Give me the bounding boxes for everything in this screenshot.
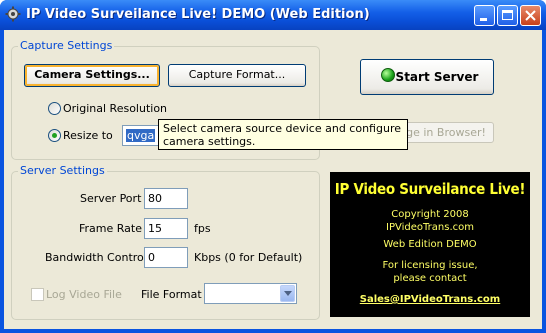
original-resolution-label: Original Resolution bbox=[63, 102, 168, 115]
bandwidth-control-label: Bandwidth Control bbox=[45, 251, 147, 264]
bandwidth-unit: Kbps (0 for Default) bbox=[194, 251, 303, 264]
maximize-button[interactable] bbox=[497, 5, 518, 26]
camera-settings-button[interactable]: Camera Settings... bbox=[24, 64, 160, 87]
promo-headline: IP Video Surveilance Live! bbox=[334, 180, 526, 198]
bandwidth-control-input[interactable]: 0 bbox=[144, 247, 188, 268]
client-area: Capture Settings Camera Settings... Capt… bbox=[4, 30, 542, 329]
capture-format-button[interactable]: Capture Format... bbox=[168, 64, 306, 87]
resize-to-label: Resize to bbox=[63, 129, 113, 142]
minimize-button[interactable] bbox=[474, 5, 495, 26]
app-window: IP Video Surveilance Live! DEMO (Web Edi… bbox=[0, 0, 546, 333]
gear-icon[interactable] bbox=[5, 6, 21, 22]
frame-rate-unit: fps bbox=[194, 222, 211, 235]
promo-licensing-1: For licensing issue, bbox=[382, 260, 478, 271]
start-server-button[interactable]: Start Server bbox=[360, 59, 494, 95]
file-format-combo[interactable] bbox=[204, 283, 297, 304]
server-port-label: Server Port bbox=[80, 192, 142, 205]
minimize-icon bbox=[480, 18, 487, 21]
promo-banner: IP Video Surveilance Live! Copyright 200… bbox=[330, 172, 530, 317]
window-title: IP Video Surveilance Live! DEMO (Web Edi… bbox=[26, 7, 370, 22]
chevron-down-icon[interactable] bbox=[280, 285, 295, 302]
resize-to-radio[interactable] bbox=[48, 129, 61, 142]
camera-settings-tooltip: Select camera source device and configur… bbox=[158, 119, 408, 150]
promo-email-link[interactable]: Sales@IPVideoTrans.com bbox=[330, 293, 530, 306]
log-video-checkbox[interactable] bbox=[31, 288, 44, 301]
file-format-label: File Format bbox=[141, 288, 202, 301]
promo-site: IPVideoTrans.com bbox=[386, 222, 474, 233]
status-light-icon bbox=[381, 68, 395, 82]
promo-copyright: Copyright 2008 bbox=[391, 209, 469, 220]
frame-rate-label: Frame Rate bbox=[79, 222, 142, 235]
close-icon bbox=[525, 10, 536, 21]
maximize-icon bbox=[502, 10, 513, 20]
server-port-input[interactable]: 80 bbox=[144, 188, 188, 209]
close-button[interactable] bbox=[520, 5, 541, 26]
promo-edition: Web Edition DEMO bbox=[383, 239, 477, 250]
resize-preset-value: qvga bbox=[126, 129, 156, 142]
original-resolution-radio[interactable] bbox=[48, 102, 61, 115]
capture-settings-title: Capture Settings bbox=[18, 39, 115, 52]
log-video-label: Log Video File bbox=[46, 288, 122, 301]
server-settings-title: Server Settings bbox=[18, 164, 107, 177]
frame-rate-input[interactable]: 15 bbox=[144, 218, 188, 239]
promo-licensing-2: please contact bbox=[393, 273, 467, 284]
title-bar[interactable]: IP Video Surveilance Live! DEMO (Web Edi… bbox=[0, 0, 546, 30]
